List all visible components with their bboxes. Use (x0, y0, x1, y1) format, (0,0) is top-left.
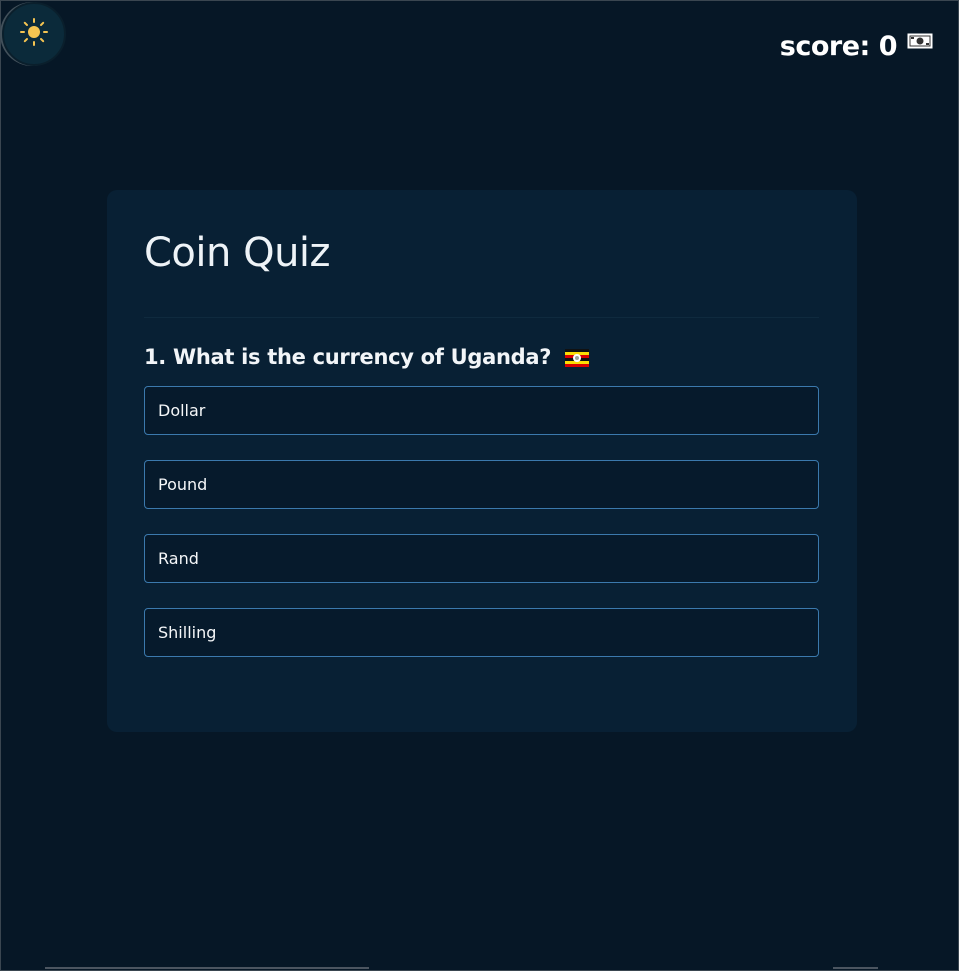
horizontal-scrollbar[interactable] (45, 967, 369, 969)
quiz-card: Coin Quiz 1. What is the currency of Uga… (107, 190, 857, 732)
option-pound[interactable]: Pound (144, 460, 819, 509)
page: score: 0 Coin Quiz 1. What is the curren… (0, 0, 959, 971)
option-label: Shilling (158, 623, 217, 642)
option-label: Dollar (158, 401, 206, 420)
option-rand[interactable]: Rand (144, 534, 819, 583)
sun-icon (19, 17, 49, 51)
option-dollar[interactable]: Dollar (144, 386, 819, 435)
score-display: score: 0 (780, 31, 933, 62)
quiz-title: Coin Quiz (144, 230, 331, 276)
question-text: 1. What is the currency of Uganda? (144, 345, 590, 369)
theme-toggle-button[interactable] (2, 2, 66, 66)
score-label: score: 0 (779, 31, 898, 62)
scrollbar-thumb[interactable] (833, 967, 878, 969)
question-label: 1. What is the currency of Uganda? (144, 345, 552, 369)
uganda-flag-icon (565, 348, 590, 367)
option-shilling[interactable]: Shilling (144, 608, 819, 657)
option-label: Pound (158, 475, 208, 494)
option-label: Rand (158, 549, 199, 568)
money-icon (907, 32, 933, 62)
divider (144, 317, 819, 318)
